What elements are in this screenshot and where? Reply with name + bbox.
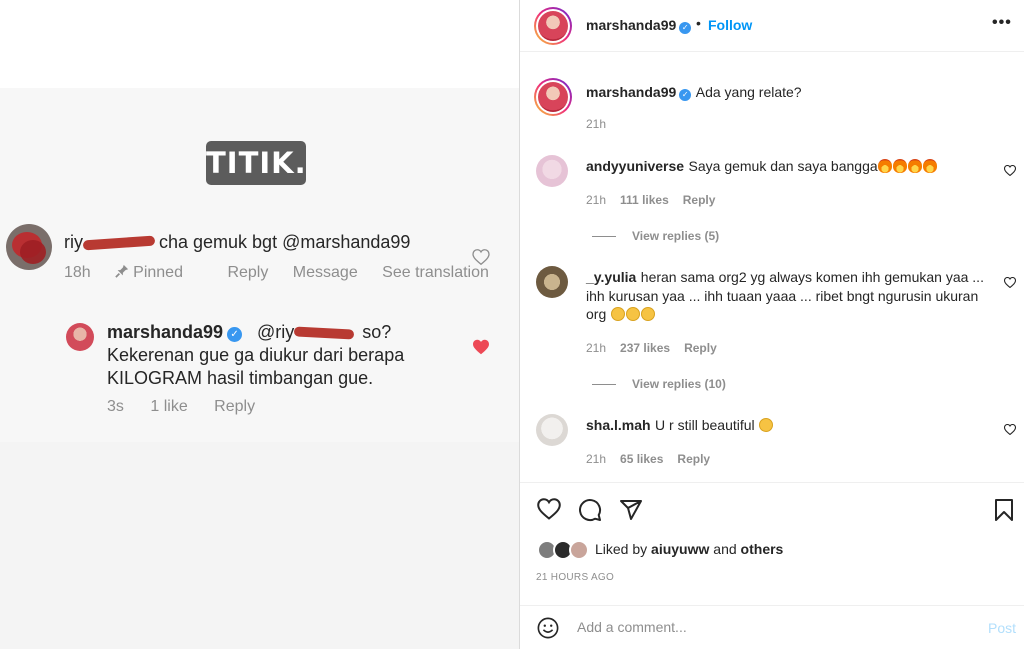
- comment-text: Saya gemuk dan saya bangga: [688, 158, 878, 174]
- post-comment-button[interactable]: Post: [988, 620, 1016, 636]
- save-bookmark-icon[interactable]: [994, 498, 1014, 522]
- image-comment2-line1: @riy so?: [257, 322, 392, 342]
- image-comment2-user: marshanda99 ✓: [107, 322, 243, 343]
- commenter-name-visible: riy: [64, 232, 83, 252]
- commenter-avatar-redacted: [6, 224, 52, 270]
- comment-avatar-y-yulia[interactable]: [536, 266, 568, 298]
- caption: marshanda99 ✓ Ada yang relate?: [586, 84, 802, 102]
- comment1-reply: Reply: [227, 264, 269, 281]
- comment-likes[interactable]: 111 likes: [620, 193, 669, 207]
- reply-button[interactable]: Reply: [677, 452, 710, 466]
- redaction-mark: [82, 235, 156, 251]
- comment-username[interactable]: _y.yulia: [586, 269, 636, 285]
- follow-button[interactable]: Follow: [708, 17, 752, 33]
- comment2-time: 3s: [107, 398, 124, 415]
- header-username[interactable]: marshanda99 ✓: [586, 17, 692, 34]
- comment-time[interactable]: 21h: [586, 341, 606, 355]
- image-comment2-line2: Kekerenan gue ga diukur dari berapa: [107, 345, 405, 365]
- liked-by-prefix: Liked by: [595, 541, 648, 557]
- emoji-smiley-icon[interactable]: [537, 617, 559, 639]
- image-comment1-meta: 18h Pinned Reply Message See translation: [64, 264, 509, 282]
- verified-badge-icon: ✓: [227, 327, 243, 342]
- add-comment-input[interactable]: [577, 615, 957, 639]
- post-image: TITIK. riy cha gemuk bgt @marshanda99 18h…: [0, 0, 519, 649]
- fire-emoji-icons: [877, 158, 938, 175]
- comment-avatar-andyyuniverse[interactable]: [536, 155, 568, 187]
- comment-bubble-icon[interactable]: [578, 498, 602, 522]
- image-comment2-meta: 3s 1 like Reply: [107, 398, 277, 416]
- comment1-message: Message: [292, 264, 358, 281]
- pinned-label: Pinned: [115, 264, 203, 281]
- marshanda-avatar-small: [66, 323, 94, 351]
- comment-likes[interactable]: 65 likes: [620, 452, 663, 466]
- comment-y-yulia: _y.yulia heran sama org2 yg always komen…: [586, 268, 984, 324]
- view-replies-button[interactable]: View replies (10): [592, 377, 726, 391]
- heart-filled-icon: [473, 339, 489, 355]
- comment-time[interactable]: 21h: [586, 452, 606, 466]
- liked-by-others[interactable]: others: [741, 541, 784, 557]
- comment-meta: 21h 237 likes Reply: [586, 341, 717, 355]
- comment1-see-translation: See translation: [382, 264, 489, 281]
- verified-badge-icon: ✓: [679, 22, 692, 34]
- header-separator: •: [696, 15, 701, 31]
- post-side-panel: marshanda99 ✓ • Follow ••• marshanda99 ✓ A…: [520, 0, 1024, 649]
- view-replies-button[interactable]: View replies (5): [592, 229, 719, 243]
- image-comment1-text: riy cha gemuk bgt @marshanda99: [64, 232, 410, 253]
- comment-avatar-sha-l-mah[interactable]: [536, 414, 568, 446]
- comment-time[interactable]: 21h: [586, 193, 606, 207]
- comment-meta: 21h 111 likes Reply: [586, 193, 715, 207]
- comment2-reply: Reply: [214, 398, 256, 415]
- more-options-icon[interactable]: •••: [992, 14, 1012, 32]
- verified-badge-icon: ✓: [679, 89, 692, 101]
- like-comment-heart-icon[interactable]: [1004, 424, 1016, 435]
- mention-visible: @riy: [257, 322, 295, 342]
- liked-by-user[interactable]: aiuyuww: [651, 541, 709, 557]
- comment-username[interactable]: andyyuniverse: [586, 158, 684, 174]
- comment-username[interactable]: sha.l.mah: [586, 417, 651, 433]
- pin-icon: [115, 264, 129, 278]
- caption-time[interactable]: 21h: [586, 117, 606, 131]
- comment-meta: 21h 65 likes Reply: [586, 452, 710, 466]
- comment-text-line3: org: [586, 306, 607, 322]
- comment2-likes: 1 like: [150, 398, 188, 415]
- image-comment2-line3: KILOGRAM hasil timbangan gue.: [107, 368, 374, 388]
- caption-username[interactable]: marshanda99: [586, 84, 676, 100]
- comment1-body: cha gemuk bgt @marshanda99: [159, 232, 411, 252]
- titik-stamp: TITIK.: [206, 141, 306, 185]
- like-comment-heart-icon[interactable]: [1004, 277, 1016, 288]
- comment-sha-l-mah: sha.l.mah U r still beautiful: [586, 416, 774, 435]
- comment-text: U r still beautiful: [655, 417, 755, 433]
- comment-text-line2: ihh kurusan yaa ... ihh tuaan yaaa ... r…: [586, 288, 979, 304]
- comment-text-line1: heran sama org2 yg always komen ihh gemu…: [640, 269, 984, 285]
- caption-avatar[interactable]: [534, 78, 572, 116]
- like-comment-heart-icon[interactable]: [1004, 165, 1016, 176]
- comment-andyyuniverse: andyyuniverse Saya gemuk dan saya bangga: [586, 157, 938, 176]
- header-avatar[interactable]: [534, 7, 572, 45]
- post-header: marshanda99 ✓ • Follow •••: [520, 0, 1024, 52]
- comment1-time: 18h: [64, 264, 91, 281]
- add-comment-bar: Post: [520, 605, 1024, 649]
- caption-text: Ada yang relate?: [695, 84, 802, 100]
- image-top-area: [0, 0, 519, 88]
- share-paper-plane-icon[interactable]: [619, 498, 643, 522]
- image-bottom-area: [0, 442, 519, 649]
- reply-button[interactable]: Reply: [684, 341, 717, 355]
- like-heart-icon[interactable]: [537, 498, 561, 520]
- redaction-mark: [294, 326, 355, 340]
- liked-by-and: and: [713, 541, 737, 557]
- comment-likes[interactable]: 237 likes: [620, 341, 670, 355]
- liked-by-avatars[interactable]: [537, 540, 591, 560]
- grin-emoji-icons: [610, 306, 656, 323]
- star-struck-emoji-icon: [759, 418, 774, 432]
- liked-by-text: Liked by aiuyuww and others: [595, 541, 783, 557]
- post-time-ago[interactable]: 21 HOURS AGO: [536, 572, 614, 583]
- heart-outline-icon: [472, 249, 490, 265]
- actions-divider: [520, 482, 1024, 483]
- reply-button[interactable]: Reply: [683, 193, 716, 207]
